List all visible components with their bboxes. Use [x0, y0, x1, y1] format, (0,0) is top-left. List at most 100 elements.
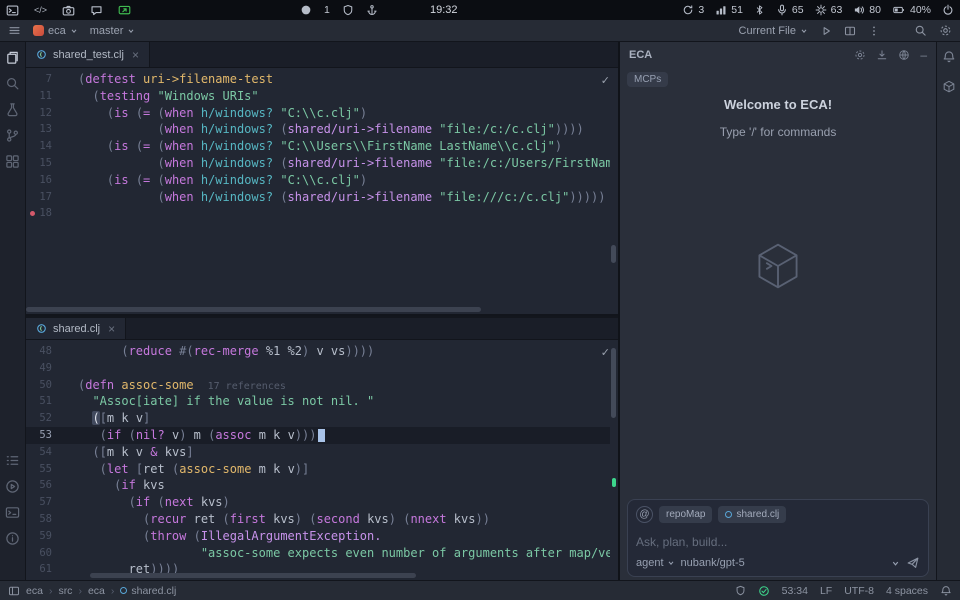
mcps-button[interactable]: MCPs: [627, 72, 668, 87]
code-line-55[interactable]: 55 (let [ret (assoc-some m k v)]: [26, 461, 610, 478]
code-line-48[interactable]: 48 (reduce #(rec-merge %1 %2) v vs)))): [26, 343, 610, 360]
line-number: 50: [26, 377, 52, 394]
search-icon[interactable]: [914, 24, 927, 37]
info-icon[interactable]: [5, 531, 20, 546]
code-editor-top[interactable]: 7(deftest uri->filename-test11 (testing …: [26, 68, 610, 306]
microphone-status[interactable]: 65: [776, 4, 804, 16]
breadcrumb-project[interactable]: eca: [26, 585, 43, 597]
code-line-54[interactable]: 54 ([m k v & kvs]: [26, 444, 610, 461]
add-context-button[interactable]: @: [636, 506, 653, 523]
indent-setting[interactable]: 4 spaces: [886, 585, 928, 597]
panel-gear-icon[interactable]: [854, 49, 866, 61]
code-line-15[interactable]: 15 (when h/windows? (shared/uri->filenam…: [26, 155, 610, 172]
kebab-menu-icon[interactable]: [868, 25, 880, 37]
files-icon[interactable]: [5, 50, 20, 65]
code-line-18[interactable]: 18: [26, 205, 610, 222]
code-line-50[interactable]: 50(defn assoc-some17 references: [26, 377, 610, 394]
vertical-scrollbar[interactable]: [611, 245, 616, 263]
chat-composer[interactable]: @ repoMap shared.clj agent nubank/gpt-5: [627, 499, 929, 577]
encoding[interactable]: UTF-8: [844, 585, 874, 597]
chat-icon[interactable]: [90, 4, 103, 17]
code-line-49[interactable]: 49: [26, 360, 610, 377]
checklist-icon[interactable]: [5, 453, 20, 468]
horizontal-scrollbar[interactable]: [26, 307, 481, 312]
updates-status[interactable]: 3: [682, 4, 704, 16]
code-line-16[interactable]: 16 (is (= (when h/windows? "C:\\c.clj"): [26, 172, 610, 189]
context-chip-repomap[interactable]: repoMap: [659, 506, 712, 523]
code-line-59[interactable]: 59 (throw (IllegalArgumentException.: [26, 528, 610, 545]
horizontal-scrollbar[interactable]: [90, 573, 416, 578]
run-config-selector[interactable]: Current File: [739, 25, 808, 37]
clojure-file-icon: [120, 587, 127, 594]
download-icon[interactable]: [876, 49, 888, 61]
git-branch-icon[interactable]: [5, 128, 20, 143]
model-chevron-down-icon[interactable]: [891, 559, 900, 568]
chat-input[interactable]: [636, 527, 920, 556]
model-selector[interactable]: nubank/gpt-5: [681, 557, 745, 569]
code-line-7[interactable]: 7(deftest uri->filename-test: [26, 71, 610, 88]
lsp-status-check-icon[interactable]: [758, 585, 770, 597]
search-icon[interactable]: [5, 76, 20, 91]
references-annotation[interactable]: 17 references: [208, 381, 286, 392]
settings-gear-icon[interactable]: [939, 24, 952, 37]
debug-run-icon[interactable]: [5, 479, 20, 494]
code-line-51[interactable]: 51 "Assoc[iate] if the value is not nil.…: [26, 393, 610, 410]
camera-icon[interactable]: [62, 4, 75, 17]
close-tab-icon[interactable]: ×: [108, 322, 115, 336]
code-line-60[interactable]: 60 "assoc-some expects even number of ar…: [26, 545, 610, 562]
minimize-icon[interactable]: –: [920, 48, 927, 62]
github-icon[interactable]: [300, 4, 312, 16]
tab-shared-clj[interactable]: shared.clj ×: [26, 318, 126, 339]
beaker-icon[interactable]: [5, 102, 20, 117]
run-button[interactable]: [820, 25, 832, 37]
code-line-53[interactable]: 53 (if (nil? v) m (assoc m k v))): [26, 427, 610, 444]
project-selector[interactable]: eca: [33, 25, 78, 37]
diagnostics-check-icon[interactable]: ✓: [601, 346, 610, 359]
layout-split-icon[interactable]: [844, 25, 856, 37]
bluetooth-icon[interactable]: [754, 4, 765, 16]
scrollbar-change-marker: [612, 478, 616, 487]
branch-selector[interactable]: master: [90, 25, 136, 37]
cursor-position[interactable]: 53:34: [782, 585, 808, 597]
vertical-scrollbar[interactable]: [611, 348, 616, 418]
extensions-icon[interactable]: [5, 154, 20, 169]
notifications-bell-icon[interactable]: [940, 585, 952, 597]
battery-status[interactable]: 40%: [892, 4, 931, 16]
shield-icon[interactable]: [342, 4, 354, 16]
volume-status[interactable]: 80: [853, 4, 881, 16]
code-editor-bottom[interactable]: 48 (reduce #(rec-merge %1 %2) v vs))))49…: [26, 340, 610, 574]
line-ending[interactable]: LF: [820, 585, 832, 597]
breadcrumb-folder[interactable]: src: [58, 585, 72, 597]
terminal-icon[interactable]: [6, 4, 19, 17]
breadcrumb-file[interactable]: shared.clj: [120, 585, 176, 597]
power-icon[interactable]: [942, 4, 954, 16]
code-icon[interactable]: </>: [34, 5, 47, 15]
breadcrumb-folder[interactable]: eca: [88, 585, 105, 597]
code-line-14[interactable]: 14 (is (= (when h/windows? "C:\\Users\\F…: [26, 138, 610, 155]
panel-toggle-icon[interactable]: [8, 585, 20, 597]
context-chip-file[interactable]: shared.clj: [718, 506, 786, 523]
assistant-cube-icon[interactable]: [942, 80, 956, 94]
code-line-17[interactable]: 17 (when h/windows? (shared/uri->filenam…: [26, 189, 610, 206]
globe-icon[interactable]: [898, 49, 910, 61]
code-line-58[interactable]: 58 (recur ret (first kvs) (second kvs) (…: [26, 511, 610, 528]
code-line-11[interactable]: 11 (testing "Windows URIs": [26, 88, 610, 105]
network-status[interactable]: 51: [715, 4, 743, 16]
anchor-icon[interactable]: [366, 4, 378, 16]
code-line-56[interactable]: 56 (if kvs: [26, 477, 610, 494]
diagnostics-check-icon[interactable]: ✓: [601, 74, 610, 87]
menu-icon[interactable]: [8, 24, 21, 37]
terminal-panel-icon[interactable]: [5, 505, 20, 520]
notifications-bell-icon[interactable]: [942, 50, 956, 64]
code-line-13[interactable]: 13 (when h/windows? (shared/uri->filenam…: [26, 121, 610, 138]
code-line-52[interactable]: 52 ([m k v]: [26, 410, 610, 427]
screen-share-icon[interactable]: [118, 4, 131, 17]
tab-shared-test-clj[interactable]: shared_test.clj ×: [26, 42, 150, 67]
close-tab-icon[interactable]: ×: [132, 48, 139, 62]
send-button[interactable]: [906, 556, 920, 570]
code-line-12[interactable]: 12 (is (= (when h/windows? "C:\\c.clj"): [26, 105, 610, 122]
brightness-status[interactable]: 63: [815, 4, 843, 16]
security-shield-icon[interactable]: [735, 585, 746, 596]
code-line-57[interactable]: 57 (if (next kvs): [26, 494, 610, 511]
agent-mode-selector[interactable]: agent: [636, 557, 675, 569]
